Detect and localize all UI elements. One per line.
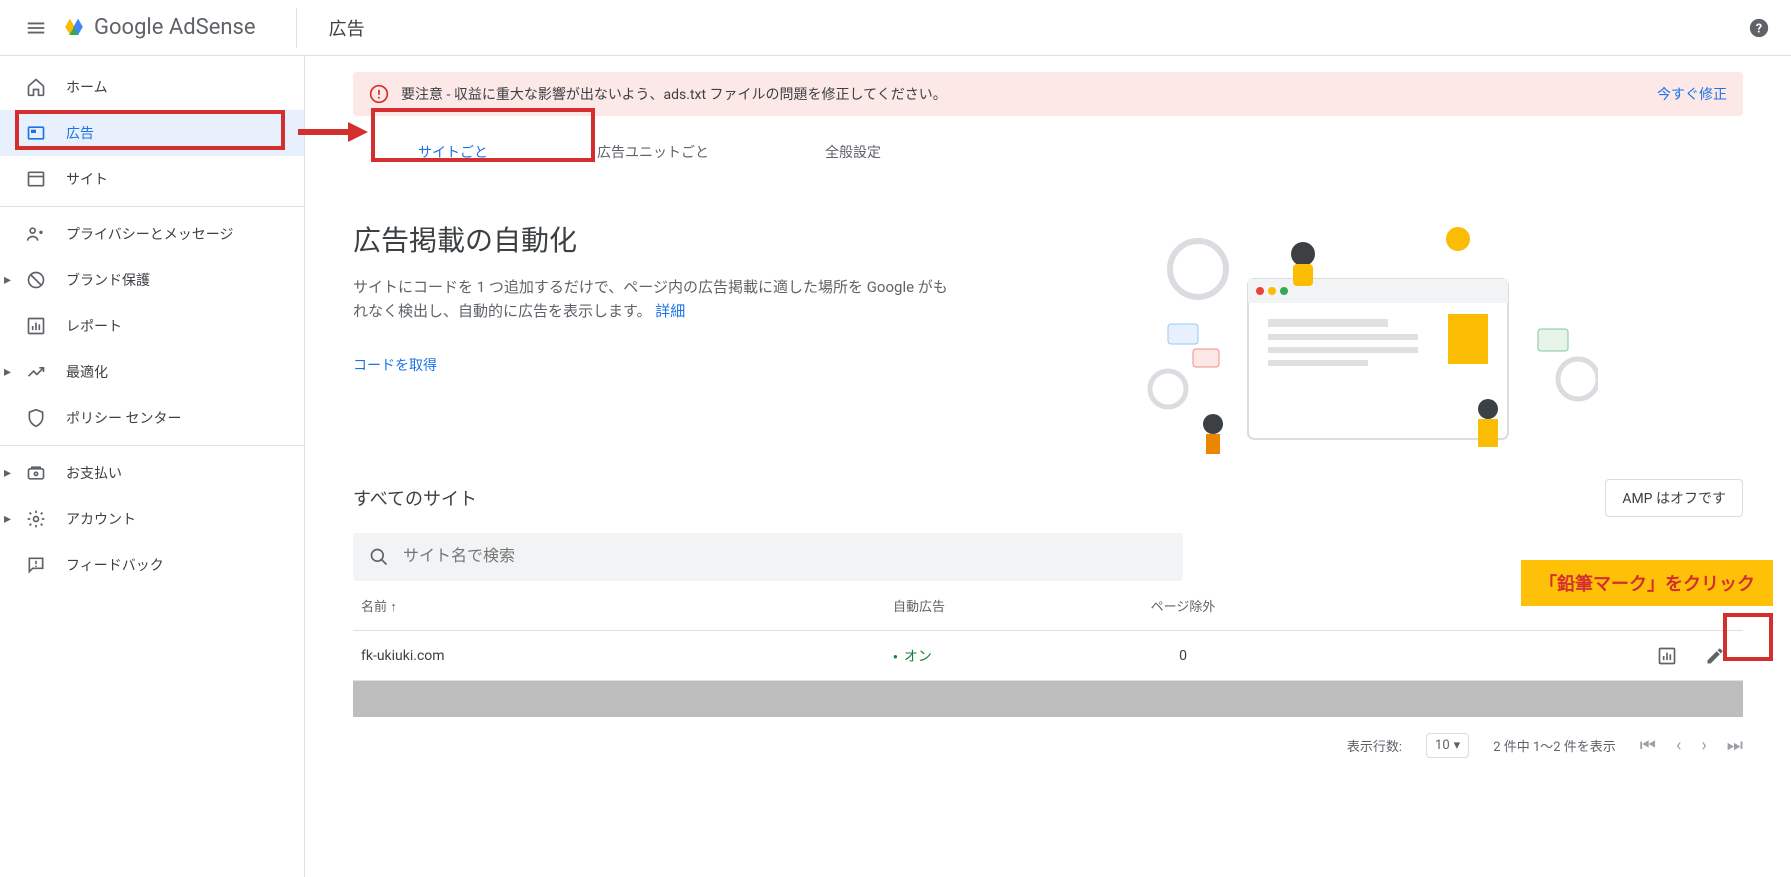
- sidebar-item-feedback[interactable]: フィードバック: [0, 542, 304, 588]
- gear-icon: [24, 507, 48, 531]
- app-header: Google AdSense 広告 ?: [0, 0, 1791, 56]
- amp-status-button[interactable]: AMP はオフです: [1605, 479, 1743, 517]
- tab-by-site[interactable]: サイトごと: [353, 126, 553, 178]
- page-title: 広告: [296, 8, 365, 48]
- sidebar-item-label: お支払い: [66, 463, 122, 483]
- adsense-logo[interactable]: Google AdSense: [60, 14, 256, 42]
- ads-icon: [24, 121, 48, 145]
- help-icon: ?: [1748, 17, 1770, 39]
- sites-header: すべてのサイト AMP はオフです: [353, 479, 1743, 517]
- expand-icon: ▸: [4, 272, 11, 288]
- sidebar-item-label: アカウント: [66, 509, 136, 529]
- search-icon: [369, 547, 389, 567]
- logo-text: Google AdSense: [94, 15, 256, 40]
- brand-protect-icon: [24, 268, 48, 292]
- pagination-range: 2 件中 1～2 件を表示: [1493, 736, 1616, 755]
- illustration-icon: [1138, 219, 1598, 459]
- expand-icon: ▸: [4, 511, 11, 527]
- sidebar: ホーム 広告 サイト プライバシーとメッセージ ▸ ブランド保護 レポート ▸ …: [0, 0, 305, 877]
- sites-icon: [24, 167, 48, 191]
- help-button[interactable]: ?: [1743, 12, 1775, 44]
- hero-section: 広告掲載の自動化 サイトにコードを 1 つ追加するだけで、ページ内の広告掲載に適…: [353, 219, 1743, 459]
- sidebar-item-policy[interactable]: ポリシー センター: [0, 395, 304, 441]
- tabs: サイトごと 広告ユニットごと 全般設定: [353, 126, 1743, 179]
- site-exclusions: 0: [1093, 648, 1273, 664]
- table-row: fk-ukiuki.com オン 0: [353, 631, 1743, 681]
- sidebar-item-label: ポリシー センター: [66, 408, 181, 428]
- site-auto-status: オン: [893, 646, 1093, 666]
- sidebar-item-home[interactable]: ホーム: [0, 64, 304, 110]
- prev-page-button[interactable]: ‹: [1676, 735, 1681, 756]
- sidebar-item-payments[interactable]: ▸ お支払い: [0, 450, 304, 496]
- sidebar-item-ads[interactable]: 広告: [0, 110, 304, 156]
- hero-learn-more-link[interactable]: 詳細: [655, 302, 685, 320]
- tab-general[interactable]: 全般設定: [753, 126, 953, 178]
- menu-button[interactable]: [16, 8, 56, 48]
- site-edit-button[interactable]: [1695, 636, 1735, 676]
- rows-per-page-select[interactable]: 10 ▾: [1426, 733, 1469, 758]
- sidebar-item-label: プライバシーとメッセージ: [66, 224, 233, 244]
- sidebar-item-label: ホーム: [66, 77, 108, 97]
- hero-description: サイトにコードを 1 つ追加するだけで、ページ内の広告掲載に適した場所を Goo…: [353, 275, 953, 323]
- pagination: 表示行数: 10 ▾ 2 件中 1～2 件を表示 ⏮ ‹ › ⏭: [353, 733, 1743, 758]
- col-header-auto: 自動広告: [893, 596, 1093, 615]
- hero-title: 広告掲載の自動化: [353, 219, 953, 259]
- optimize-icon: [24, 360, 48, 384]
- col-header-name[interactable]: 名前 ↑: [353, 596, 893, 615]
- sidebar-item-label: 広告: [66, 123, 94, 143]
- hero-illustration: [993, 219, 1743, 459]
- main-content: 要注意 - 収益に重大な影響が出ないよう、ads.txt ファイルの問題を修正し…: [305, 0, 1791, 877]
- sites-title: すべてのサイト: [353, 485, 477, 511]
- sidebar-item-label: ブランド保護: [66, 270, 150, 290]
- hero-desc-text: サイトにコードを 1 つ追加するだけで、ページ内の広告掲載に適した場所を Goo…: [353, 278, 948, 320]
- sidebar-item-brand[interactable]: ▸ ブランド保護: [0, 257, 304, 303]
- home-icon: [24, 75, 48, 99]
- nav-divider: [0, 206, 304, 207]
- expand-icon: ▸: [4, 465, 11, 481]
- sidebar-item-privacy[interactable]: プライバシーとメッセージ: [0, 211, 304, 257]
- rows-per-page-label: 表示行数:: [1347, 736, 1402, 755]
- alert-banner: 要注意 - 収益に重大な影響が出ないよう、ads.txt ファイルの問題を修正し…: [353, 72, 1743, 116]
- tab-by-unit[interactable]: 広告ユニットごと: [553, 126, 753, 178]
- annotation-edit-hint: 「鉛筆マーク」をクリック: [1521, 560, 1773, 606]
- alert-icon: [369, 84, 389, 104]
- nav-divider: [0, 445, 304, 446]
- sidebar-item-optimize[interactable]: ▸ 最適化: [0, 349, 304, 395]
- site-name[interactable]: fk-ukiuki.com: [353, 648, 893, 664]
- rows-value: 10: [1435, 738, 1450, 753]
- expand-icon: ▸: [4, 364, 11, 380]
- svg-text:?: ?: [1756, 21, 1762, 36]
- chevron-down-icon: ▾: [1454, 738, 1461, 753]
- alert-text: 要注意 - 収益に重大な影響が出ないよう、ads.txt ファイルの問題を修正し…: [401, 84, 1641, 104]
- table-footer-bar: [353, 681, 1743, 717]
- feedback-icon: [24, 553, 48, 577]
- sidebar-item-label: 最適化: [66, 362, 108, 382]
- alert-fix-link[interactable]: 今すぐ修正: [1657, 84, 1727, 104]
- chart-icon: [1657, 646, 1677, 666]
- sidebar-item-label: サイト: [66, 169, 108, 189]
- pencil-icon: [1705, 646, 1725, 666]
- annotation-arrow-icon: [298, 122, 368, 142]
- col-header-exclusions: ページ除外: [1093, 596, 1273, 615]
- policy-icon: [24, 406, 48, 430]
- site-stats-button[interactable]: [1647, 636, 1687, 676]
- sidebar-item-reports[interactable]: レポート: [0, 303, 304, 349]
- next-page-button[interactable]: ›: [1701, 735, 1706, 756]
- first-page-button[interactable]: ⏮: [1640, 735, 1656, 756]
- search-input[interactable]: [401, 547, 1167, 567]
- sidebar-item-sites[interactable]: サイト: [0, 156, 304, 202]
- payments-icon: [24, 461, 48, 485]
- hamburger-icon: [25, 17, 47, 39]
- last-page-button[interactable]: ⏭: [1727, 735, 1743, 756]
- reports-icon: [24, 314, 48, 338]
- sidebar-item-account[interactable]: ▸ アカウント: [0, 496, 304, 542]
- sidebar-item-label: フィードバック: [66, 555, 164, 575]
- sidebar-item-label: レポート: [66, 316, 122, 336]
- search-bar[interactable]: [353, 533, 1183, 581]
- privacy-icon: [24, 222, 48, 246]
- get-code-button[interactable]: コードを取得: [353, 347, 437, 383]
- adsense-logo-icon: [60, 14, 88, 42]
